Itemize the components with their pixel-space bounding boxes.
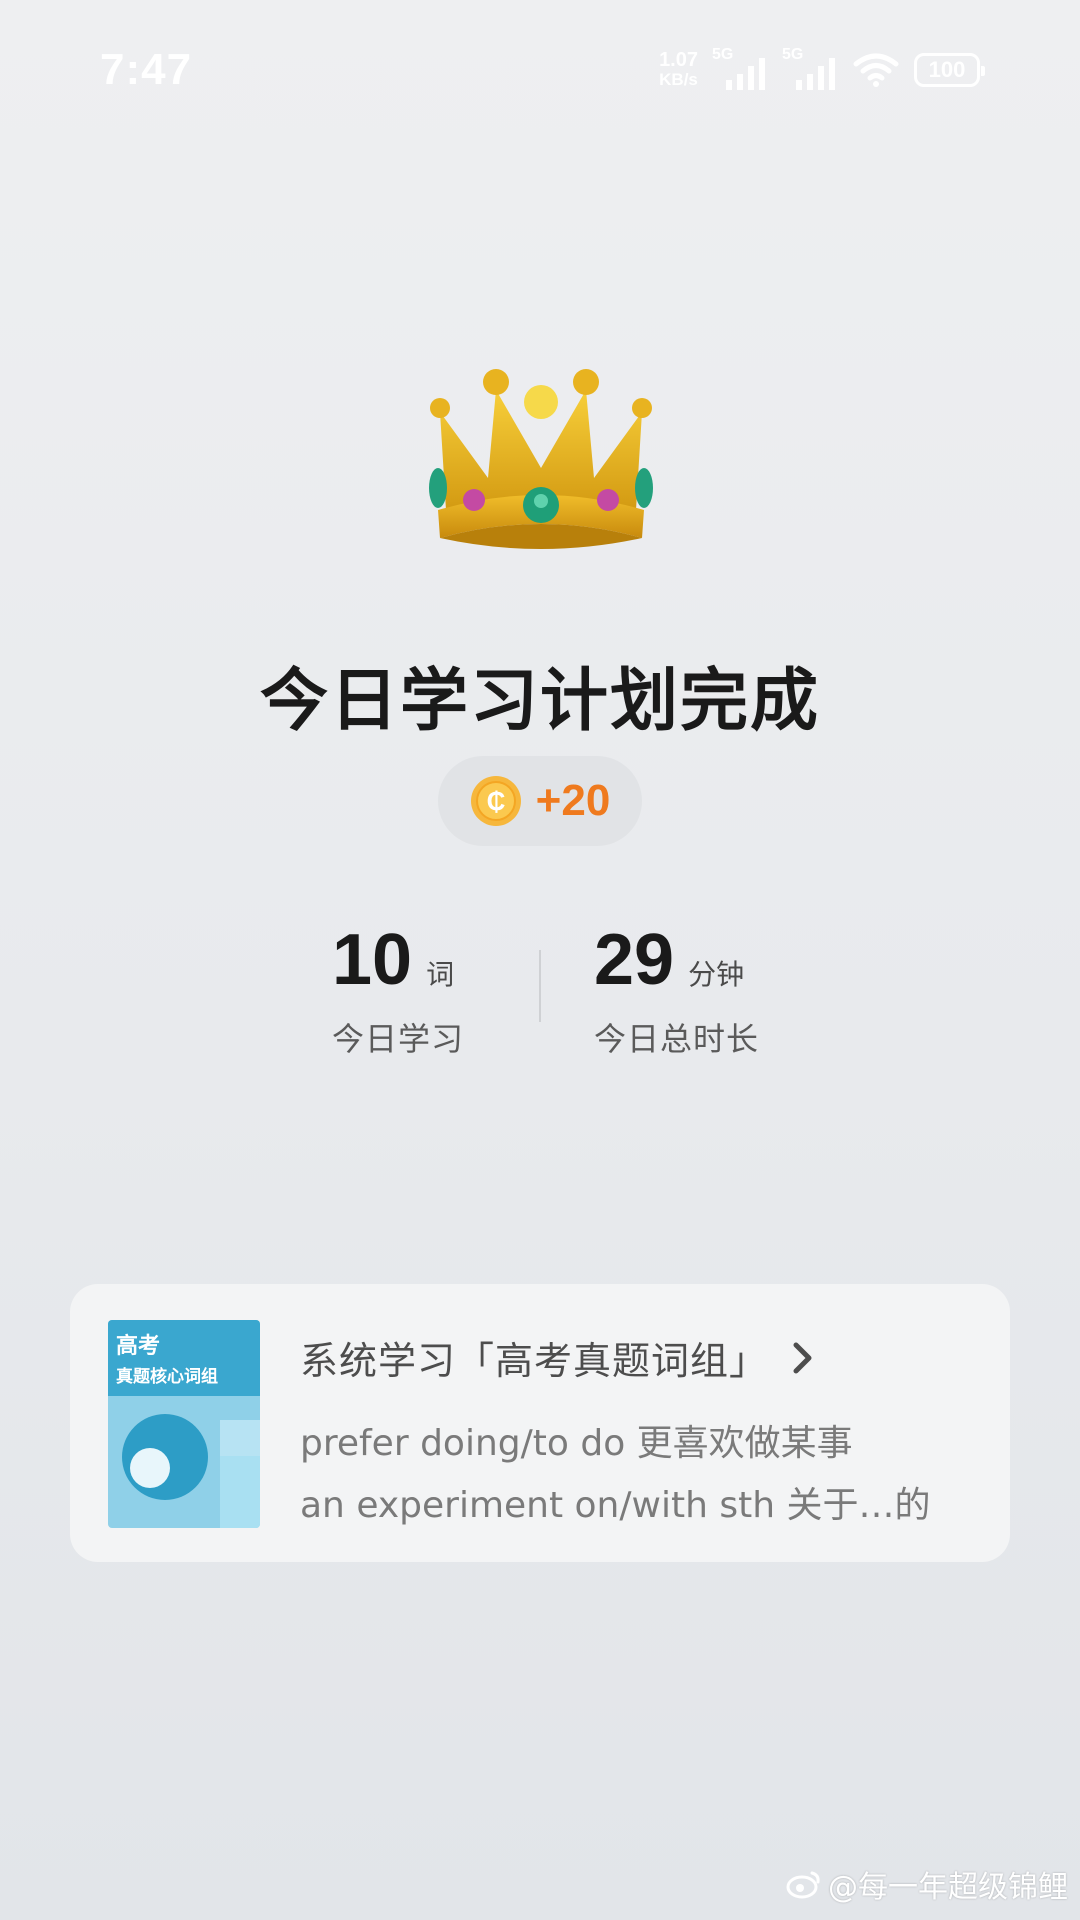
card-title: 系统学习「高考真题词组」 bbox=[300, 1339, 769, 1383]
network-speed: 1.07 KB/s bbox=[659, 50, 698, 90]
signal-icon: 5G bbox=[782, 46, 838, 90]
book-cover: 高考 真题核心词组 bbox=[108, 1320, 260, 1528]
wifi-icon bbox=[852, 52, 900, 88]
stat-value: 29 bbox=[594, 920, 675, 1000]
battery-level: 100 bbox=[928, 57, 966, 82]
stat-words-learned: 10 词 今日学习 bbox=[332, 920, 464, 1060]
status-icons: 1.07 KB/s 5G 5G 100 bbox=[659, 46, 985, 94]
weibo-icon bbox=[786, 1871, 820, 1899]
coin-reward-badge: ₵ +20 bbox=[438, 756, 642, 846]
stat-label: 今日总时长 bbox=[594, 1020, 760, 1058]
svg-text:₵: ₵ bbox=[486, 786, 505, 816]
phrase-preview-2: an experiment on/with sth 关于…的 bbox=[300, 1485, 931, 1526]
book-cover-title: 高考 bbox=[116, 1334, 161, 1359]
study-book-card[interactable]: 高考 真题核心词组 系统学习「高考真题词组」 prefer doing/to d… bbox=[70, 1284, 1010, 1562]
signal-icon: 5G bbox=[712, 46, 768, 90]
stats-divider bbox=[539, 950, 541, 1022]
network-speed-unit: KB/s bbox=[659, 70, 698, 89]
watermark: @每一年超级锦鲤 bbox=[786, 1862, 1068, 1906]
phrase-preview-1: prefer doing/to do 更喜欢做某事 bbox=[300, 1423, 853, 1464]
network-speed-value: 1.07 bbox=[659, 49, 698, 71]
stat-value: 10 bbox=[332, 920, 413, 1000]
crown-icon bbox=[426, 360, 656, 560]
watermark-text: @每一年超级锦鲤 bbox=[828, 1870, 1068, 1905]
book-cover-subtitle: 真题核心词组 bbox=[116, 1367, 218, 1387]
chevron-right-icon[interactable] bbox=[792, 1341, 814, 1375]
plan-complete-title: 今日学习计划完成 bbox=[259, 662, 820, 741]
coin-amount: +20 bbox=[535, 776, 611, 825]
battery-icon: 100 bbox=[914, 53, 985, 87]
status-bar: 7:47 1.07 KB/s 5G 5G 100 bbox=[0, 0, 1080, 140]
stat-total-time: 29 分钟 今日总时长 bbox=[594, 920, 759, 1060]
stat-label: 今日学习 bbox=[332, 1020, 465, 1058]
today-stats: 10 词 今日学习 29 分钟 今日总时长 bbox=[0, 920, 1080, 1060]
card-title-row[interactable]: 系统学习「高考真题词组」 bbox=[300, 1330, 814, 1385]
status-time: 7:47 bbox=[100, 45, 193, 94]
coin-icon: ₵ bbox=[470, 776, 521, 826]
stat-unit: 分钟 bbox=[688, 958, 745, 991]
stat-unit: 词 bbox=[426, 958, 455, 991]
